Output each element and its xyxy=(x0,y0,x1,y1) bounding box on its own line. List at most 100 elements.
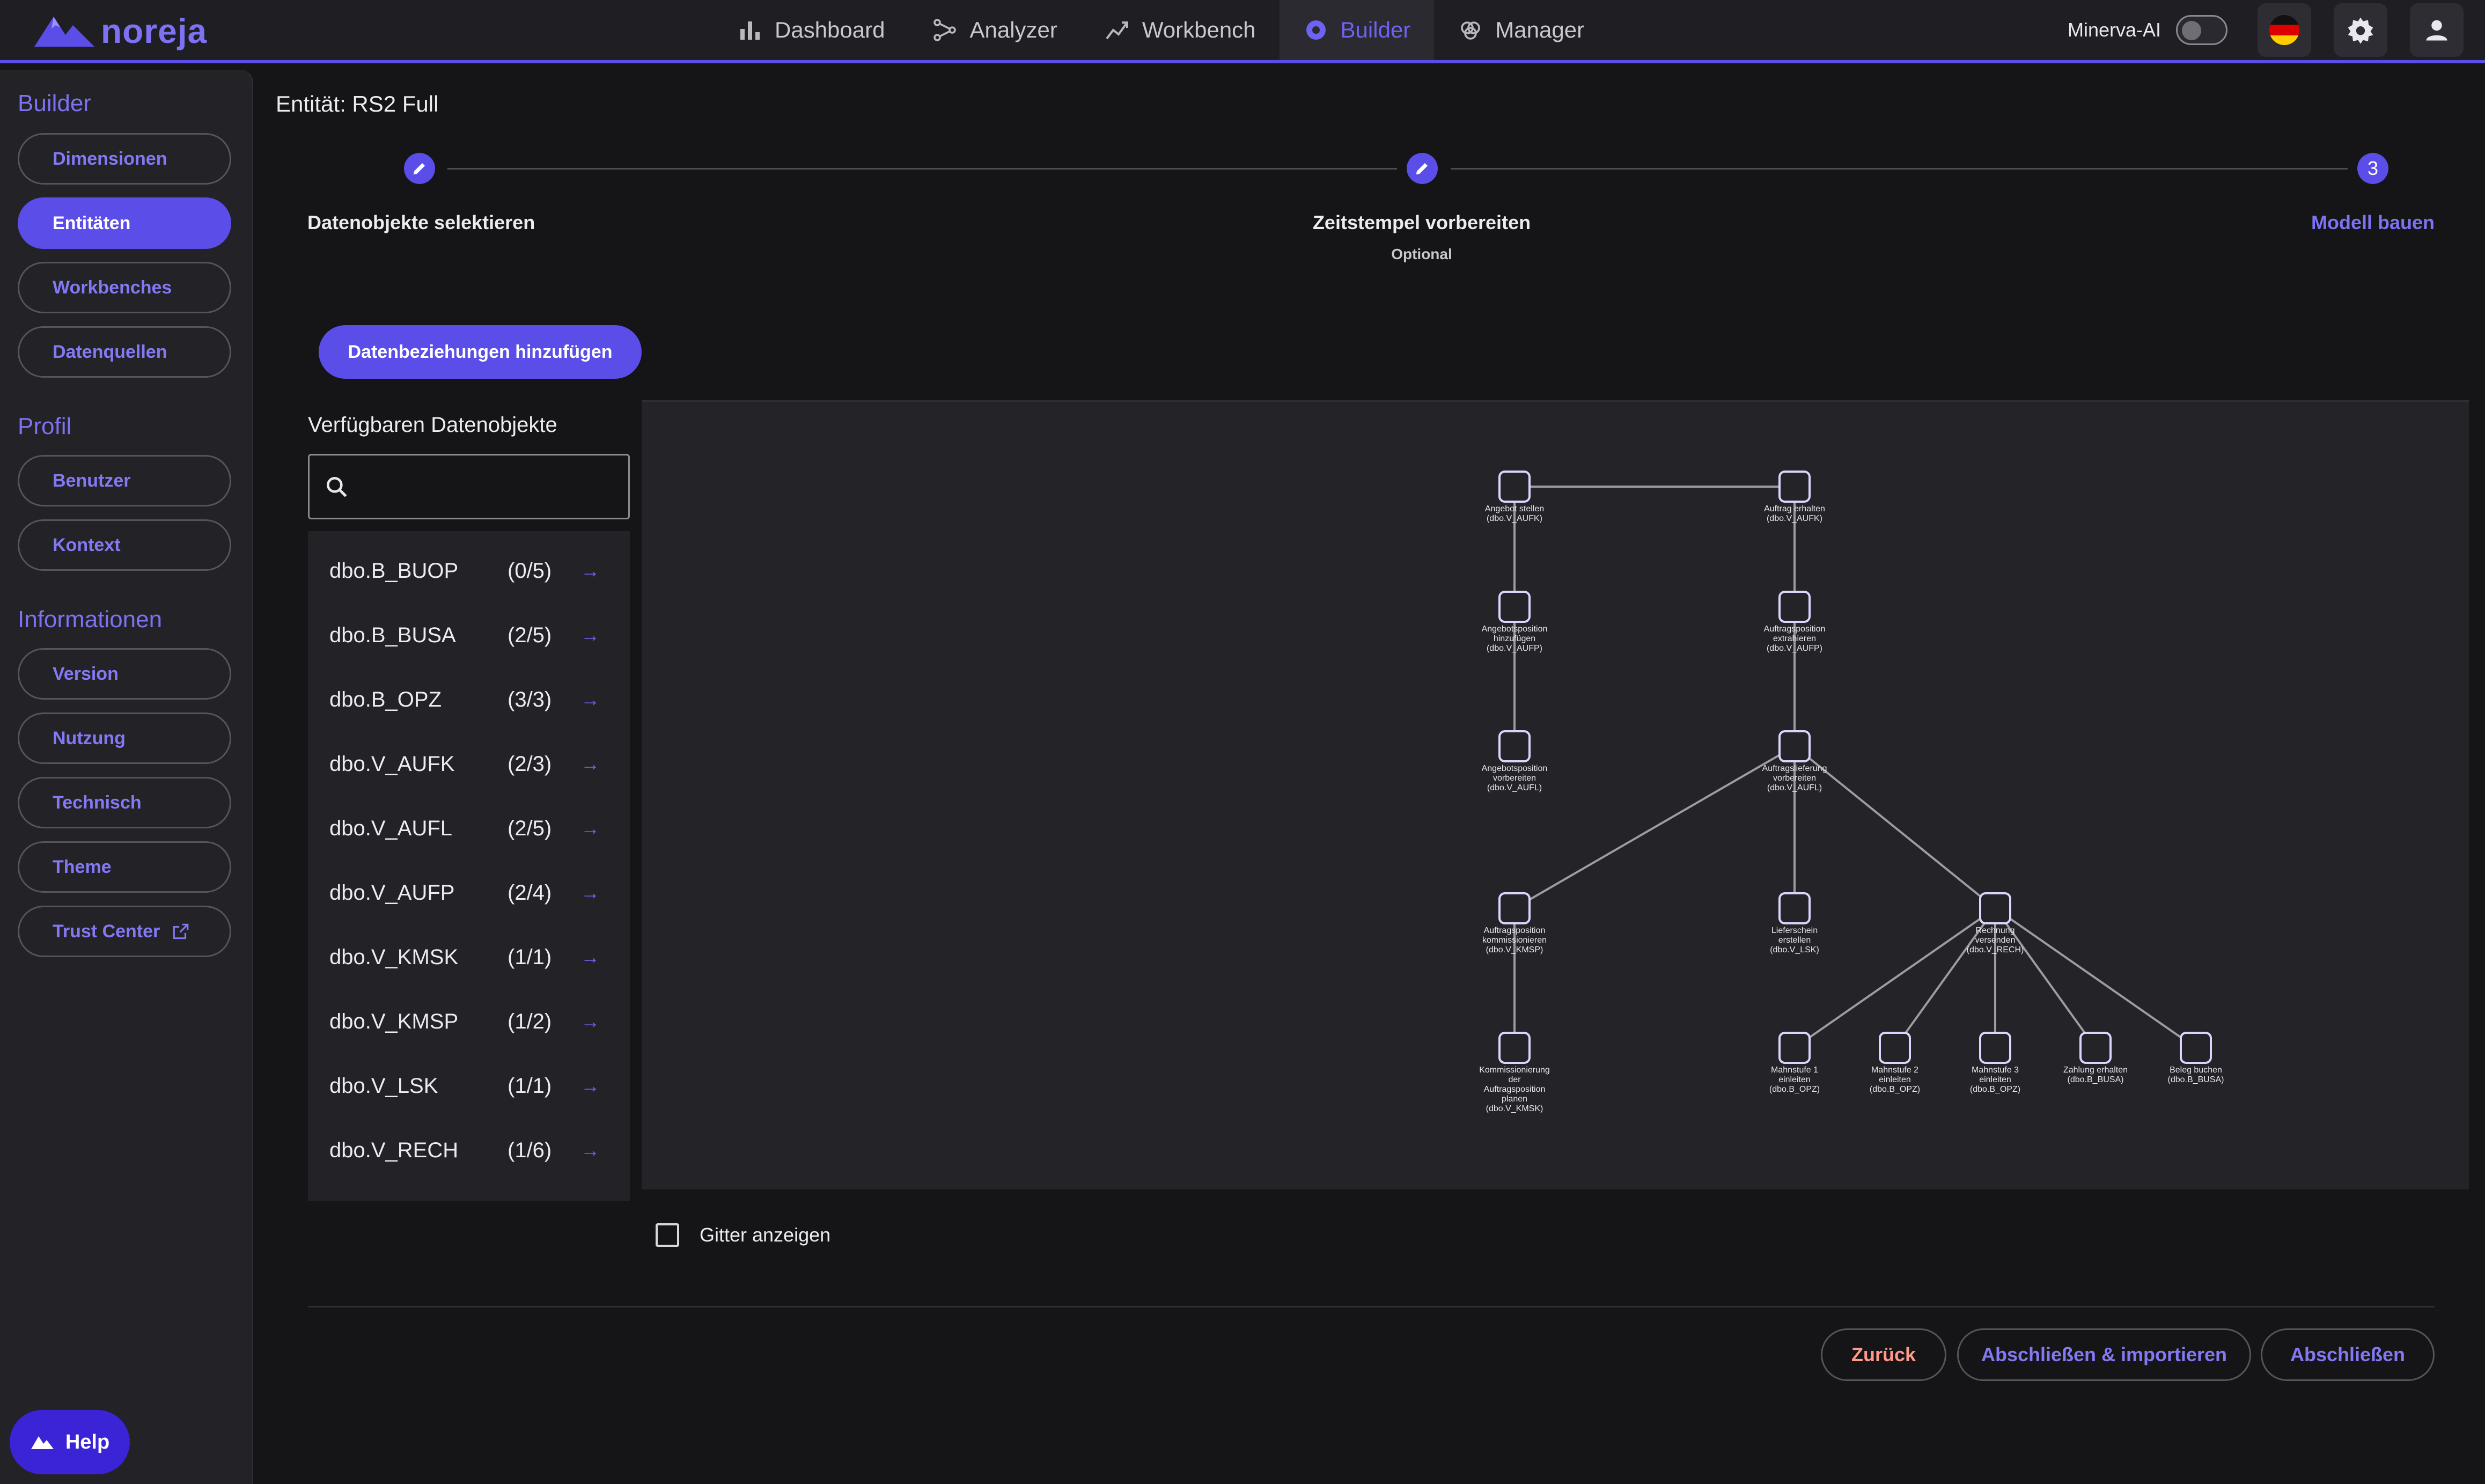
graph-node[interactable]: Angebotspositionhinzufügen(dbo.V_AUFP) xyxy=(1482,591,1548,653)
arrow-right-icon[interactable]: → xyxy=(580,624,600,647)
graph-edge[interactable] xyxy=(1513,745,1796,909)
graph-node[interactable]: Zahlung erhalten(dbo.B_BUSA) xyxy=(2063,1032,2128,1084)
graph-node-box[interactable] xyxy=(1498,892,1531,924)
back-button[interactable]: Zurück xyxy=(1821,1328,1946,1381)
graph-edge[interactable] xyxy=(1793,907,1996,1049)
object-list-item[interactable]: dbo.V_AUFK (2/3) → xyxy=(308,732,630,796)
sidebar-item-trust-center[interactable]: Trust Center xyxy=(18,906,231,957)
arrow-right-icon[interactable]: → xyxy=(580,560,600,582)
arrow-right-icon[interactable]: → xyxy=(580,1139,600,1162)
object-list-item[interactable]: dbo.V_RECH (1/6) → xyxy=(308,1118,630,1182)
graph-node-box[interactable] xyxy=(1498,1032,1531,1064)
sidebar-item-benutzer[interactable]: Benutzer xyxy=(18,455,231,506)
graph-node[interactable]: Auftrag erhalten(dbo.V_AUFK) xyxy=(1764,471,1825,523)
sidebar-item-theme[interactable]: Theme xyxy=(18,841,231,893)
object-count: (2/4) xyxy=(508,880,552,905)
search-input[interactable] xyxy=(361,466,621,510)
finish-button[interactable]: Abschließen xyxy=(2261,1328,2435,1381)
step-3-number: 3 xyxy=(2367,157,2379,179)
sidebar-item-nutzung[interactable]: Nutzung xyxy=(18,712,231,764)
graph-node-box[interactable] xyxy=(1979,1032,2011,1064)
object-list-item[interactable]: dbo.V_AUFL (2/5) → xyxy=(308,796,630,861)
graph-node-box[interactable] xyxy=(1498,591,1531,623)
nav-analyzer[interactable]: Analyzer xyxy=(908,0,1080,60)
process-graph-canvas[interactable]: Angebot stellen (dbo.V_AUFK) Auftrag erhal… xyxy=(642,400,2469,1189)
grid-checkbox[interactable] xyxy=(656,1223,679,1247)
nav-workbench[interactable]: Workbench xyxy=(1081,0,1280,60)
graph-node-box[interactable] xyxy=(1778,471,1811,503)
object-count: (1/1) xyxy=(508,945,552,969)
finish-and-import-button[interactable]: Abschließen & importieren xyxy=(1957,1328,2251,1381)
graph-node-label: einleiten xyxy=(1879,1075,1911,1084)
add-data-relations-button[interactable]: Datenbeziehungen hinzufügen xyxy=(319,325,642,379)
graph-node-label: (dbo.V_RECH) xyxy=(1967,945,2024,954)
graph-node-box[interactable] xyxy=(1778,730,1811,762)
available-objects-list: dbo.B_BUOP (0/5) → dbo.B_BUSA (2/5) → dbo.B_OP… xyxy=(308,531,630,1201)
sidebar-item-technisch[interactable]: Technisch xyxy=(18,777,231,828)
graph-node-box[interactable] xyxy=(1979,892,2011,924)
arrow-right-icon[interactable]: → xyxy=(580,881,600,904)
toggle-knob xyxy=(2182,21,2201,40)
sidebar-item-dimensionen[interactable]: Dimensionen xyxy=(18,133,231,185)
profile-button[interactable] xyxy=(2410,3,2464,57)
object-search[interactable] xyxy=(308,454,630,519)
step-1-dot[interactable] xyxy=(404,153,435,184)
graph-node-box[interactable] xyxy=(1498,471,1531,503)
graph-node[interactable]: Auftragspositionextrahieren(dbo.V_AUFP) xyxy=(1764,591,1826,653)
step-2-dot[interactable] xyxy=(1407,153,1438,184)
graph-node[interactable]: Lieferscheinerstellen(dbo.V_LSK) xyxy=(1770,892,1819,954)
graph-node-box[interactable] xyxy=(1498,730,1531,762)
sidebar-item-datenquellen[interactable]: Datenquellen xyxy=(18,326,231,378)
settings-button[interactable] xyxy=(2334,3,2387,57)
arrow-right-icon[interactable]: → xyxy=(580,817,600,840)
language-button[interactable] xyxy=(2258,3,2311,57)
arrow-right-icon[interactable]: → xyxy=(580,688,600,711)
graph-node-label: (dbo.V_AUFL) xyxy=(1487,783,1542,792)
graph-node[interactable]: Beleg buchen(dbo.B_BUSA) xyxy=(2168,1032,2224,1084)
logo-text: noreja xyxy=(101,12,208,50)
available-objects-heading: Verfügbaren Datenobjekte xyxy=(308,413,557,437)
object-list-item[interactable]: dbo.V_AUFP (2/4) → xyxy=(308,861,630,925)
arrow-right-icon[interactable]: → xyxy=(580,1075,600,1097)
minerva-ai-toggle[interactable] xyxy=(2176,15,2227,45)
sidebar-item-kontext[interactable]: Kontext xyxy=(18,519,231,571)
graph-node[interactable]: Angebotspositionvorbereiten(dbo.V_AUFL) xyxy=(1482,730,1548,792)
arrow-right-icon[interactable]: → xyxy=(580,753,600,775)
sidebar-heading-informationen: Informationen xyxy=(18,606,163,633)
nav-manager[interactable]: Manager xyxy=(1434,0,1608,60)
graph-node[interactable]: Rechnungversenden(dbo.V_RECH) xyxy=(1967,892,2024,954)
graph-node[interactable]: Mahnstufe 2einleiten(dbo.B_OPZ) xyxy=(1870,1032,1920,1094)
sidebar-item-entitaeten[interactable]: Entitäten xyxy=(18,197,231,249)
object-list-item[interactable]: dbo.B_BUOP (0/5) → xyxy=(308,539,630,603)
graph-node-box[interactable] xyxy=(1879,1032,1911,1064)
graph-node[interactable]: Angebot stellen(dbo.V_AUFK) xyxy=(1485,471,1544,523)
arrow-right-icon[interactable]: → xyxy=(580,946,600,968)
object-count: (2/5) xyxy=(508,623,552,647)
object-list-item[interactable]: dbo.V_KMSK (1/1) → xyxy=(308,925,630,989)
sidebar-item-version[interactable]: Version xyxy=(18,648,231,700)
graph-node-box[interactable] xyxy=(1778,892,1811,924)
nav-dashboard[interactable]: Dashboard xyxy=(714,0,908,60)
help-button[interactable]: Help xyxy=(10,1410,130,1474)
object-list-item[interactable]: dbo.V_LSK (1/1) → xyxy=(308,1054,630,1118)
object-list-item[interactable]: dbo.B_OPZ (3/3) → xyxy=(308,667,630,732)
step-3-dot[interactable]: 3 xyxy=(2357,153,2388,184)
graph-node[interactable]: Mahnstufe 3einleiten(dbo.B_OPZ) xyxy=(1970,1032,2020,1094)
graph-node-box[interactable] xyxy=(2079,1032,2112,1064)
graph-node[interactable]: Mahnstufe 1einleiten(dbo.B_OPZ) xyxy=(1769,1032,1820,1094)
object-count: (1/2) xyxy=(508,1009,552,1033)
graph-node[interactable]: KommissionierungderAuftragspositionplane… xyxy=(1479,1032,1550,1113)
graph-node-box[interactable] xyxy=(1778,591,1811,623)
nav-builder[interactable]: Builder xyxy=(1279,0,1435,60)
graph-node[interactable]: Auftragspositionkommissionieren(dbo.V_KM… xyxy=(1482,892,1547,954)
graph-edge[interactable] xyxy=(1994,907,2197,1049)
graph-node-label: einleiten xyxy=(1979,1075,2011,1084)
graph-node-box[interactable] xyxy=(2180,1032,2212,1064)
object-list-item[interactable]: dbo.V_KMSP (1/2) → xyxy=(308,989,630,1054)
arrow-right-icon[interactable]: → xyxy=(580,1010,600,1033)
sidebar-item-workbenches[interactable]: Workbenches xyxy=(18,262,231,313)
noreja-logo[interactable]: noreja xyxy=(32,10,207,53)
graph-node-box[interactable] xyxy=(1778,1032,1811,1064)
graph-node[interactable]: Auftragslieferungvorbereiten(dbo.V_AUFL) xyxy=(1762,730,1827,792)
object-list-item[interactable]: dbo.B_BUSA (2/5) → xyxy=(308,603,630,667)
